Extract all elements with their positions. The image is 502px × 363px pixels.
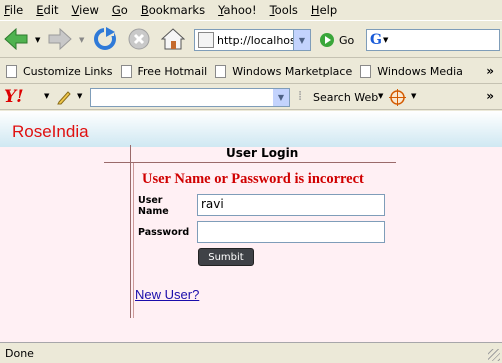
menu-view[interactable]: View [72,3,99,17]
menu-edit[interactable]: Edit [36,3,58,17]
bookmarks-overflow-icon[interactable]: » [486,64,494,78]
menu-yahoo[interactable]: Yahoo! [218,3,256,17]
pencil-icon[interactable] [56,89,72,105]
navigation-toolbar: ▼ ▼ http://localhost ▼ Go G ▼ [0,20,502,58]
home-icon [161,28,185,50]
forward-dropdown-icon[interactable]: ▼ [79,36,84,44]
reload-button[interactable] [91,25,119,53]
menu-tools[interactable]: Tools [270,3,298,17]
address-dropdown-icon[interactable]: ▼ [293,30,310,50]
bookmarks-toolbar: Customize Links Free Hotmail Windows Mar… [0,59,502,84]
error-message: User Name or Password is incorrect [142,171,364,187]
page-icon [120,64,132,78]
bookmark-windows-marketplace[interactable]: Windows Marketplace [215,64,352,78]
search-web-dropdown-icon[interactable]: ▼ [378,92,383,100]
yahoo-search-input[interactable]: ▼ [90,88,290,107]
menu-go[interactable]: Go [112,3,128,17]
submit-button[interactable]: Sumbit [198,248,254,266]
address-input[interactable]: http://localhost [217,34,293,47]
page-icon [198,32,214,48]
password-label: Password [138,227,190,238]
go-button[interactable]: Go [320,33,354,47]
stop-icon [128,28,150,50]
page-icon [6,64,17,78]
bookmark-free-hotmail[interactable]: Free Hotmail [120,64,207,78]
back-dropdown-icon[interactable]: ▼ [35,36,40,44]
menu-file[interactable]: File [4,3,23,17]
username-field[interactable]: ravi [197,194,385,216]
google-icon[interactable]: G [370,32,382,48]
forward-button[interactable] [46,25,74,53]
yahoo-toolbar: Y! ▼ ▼ ▼ ⁞ Search Web ▼ ▼ » [0,85,502,110]
page-content: RoseIndia User Login User Name or Passwo… [0,111,502,342]
home-button[interactable] [159,25,187,53]
site-brand: RoseIndia [12,122,89,141]
resize-grip-icon[interactable] [488,349,500,361]
menu-bookmarks[interactable]: Bookmarks [141,3,205,17]
target-icon[interactable] [389,89,406,106]
yahoo-search-dropdown-icon[interactable]: ▼ [273,89,289,106]
forward-arrow-icon [48,28,72,50]
divider [104,162,396,163]
stop-button[interactable] [125,25,153,53]
status-text: Done [5,346,34,360]
divider [133,163,134,318]
target-dropdown-icon[interactable]: ▼ [411,92,416,100]
yahoo-overflow-icon[interactable]: » [486,89,494,103]
login-title: User Login [226,146,299,160]
menu-help[interactable]: Help [311,3,337,17]
search-engine-box[interactable]: G ▼ [366,29,500,51]
page-icon [360,64,372,78]
address-bar[interactable]: http://localhost ▼ [194,29,311,51]
go-label: Go [339,33,355,47]
status-bar: Done [0,342,502,363]
search-web-button[interactable]: Search Web [313,91,378,104]
pencil-dropdown-icon[interactable]: ▼ [77,92,82,100]
back-button[interactable] [2,25,30,53]
bookmark-windows-media[interactable]: Windows Media [360,64,463,78]
bookmark-customize-links[interactable]: Customize Links [6,64,113,78]
username-label: User Name [138,195,169,217]
search-engine-dropdown-icon[interactable]: ▼ [383,36,388,44]
password-field[interactable] [197,221,385,243]
page-icon [215,64,227,78]
toolbar-grip-icon[interactable]: ⁞ [298,89,302,104]
back-arrow-icon [4,28,28,50]
reload-icon [94,27,116,50]
yahoo-dropdown-icon[interactable]: ▼ [44,92,49,100]
yahoo-logo[interactable]: Y! [4,87,24,107]
divider [130,145,131,318]
new-user-link[interactable]: New User? [135,287,199,302]
menu-bar: File Edit View Go Bookmarks Yahoo! Tools… [0,0,502,20]
go-arrow-icon [320,33,334,47]
site-header: RoseIndia [0,111,502,147]
